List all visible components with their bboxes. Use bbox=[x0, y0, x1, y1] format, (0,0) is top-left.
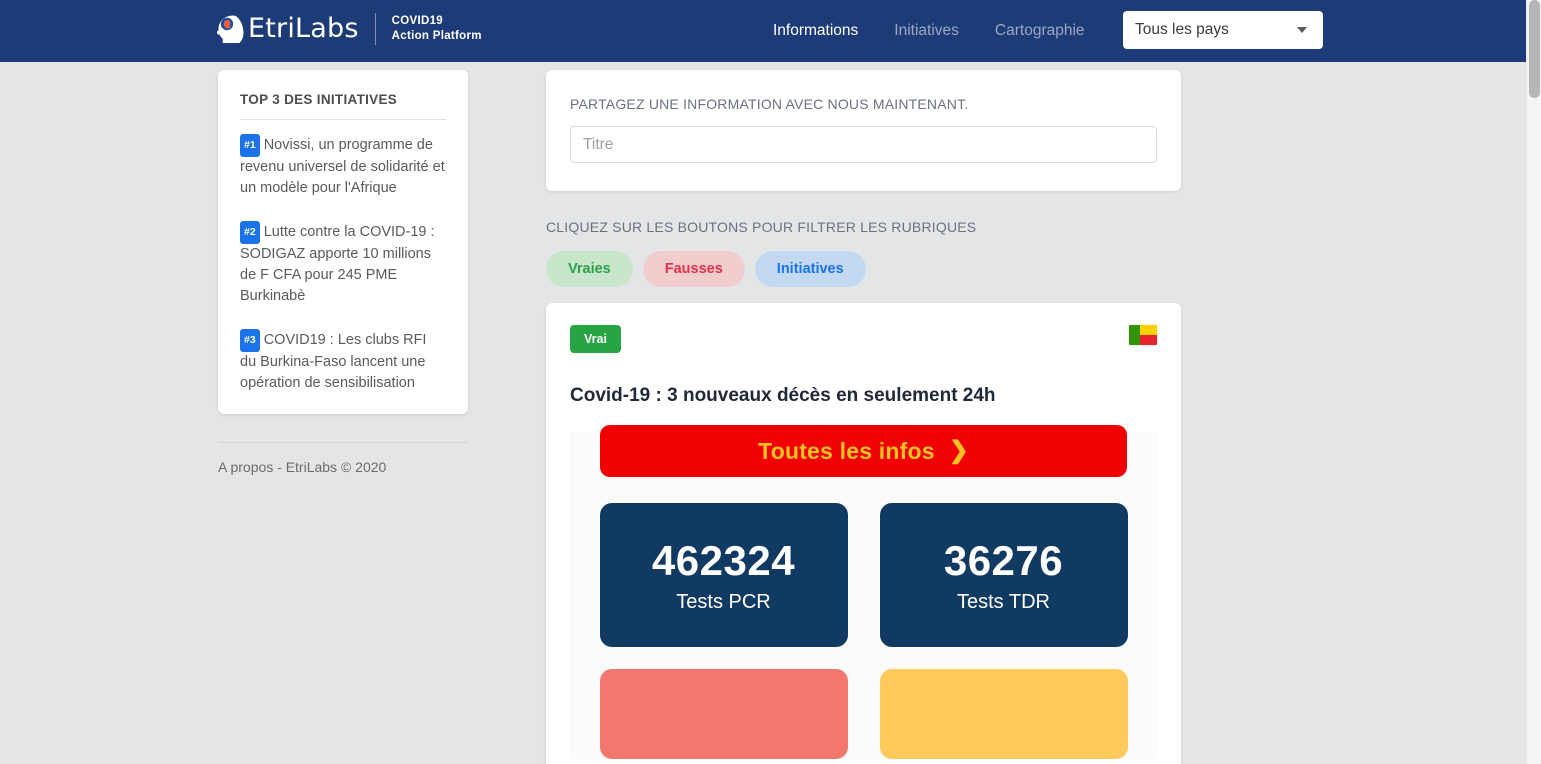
brand-divider bbox=[374, 13, 376, 45]
page-scrollbar-thumb[interactable] bbox=[1529, 0, 1540, 98]
sidebar-initiative-2[interactable]: #2 Lutte contre la COVID-19 : SODIGAZ app… bbox=[240, 221, 446, 307]
sidebar-footer: A propos - EtriLabs © 2020 bbox=[218, 428, 468, 477]
infographic-tile-tdr-value: 36276 bbox=[943, 536, 1064, 584]
top-navbar: EtriLabs COVID19 Action Platform Informa… bbox=[0, 0, 1526, 62]
infographic-banner: Toutes les infos ❯ bbox=[600, 425, 1127, 477]
infographic-tile-partial-salmon bbox=[599, 669, 848, 759]
infographic-tile-pcr: 462324 Tests PCR bbox=[599, 503, 848, 647]
share-info-label: PARTAGEZ UNE INFORMATION AVEC NOUS MAINT… bbox=[570, 96, 969, 112]
nav-link-informations[interactable]: Informations bbox=[755, 22, 876, 40]
infographic-tile-partial-yellow bbox=[879, 669, 1128, 759]
flag-green-band bbox=[1129, 325, 1141, 345]
main-column: PARTAGEZ UNE INFORMATION AVEC NOUS MAINT… bbox=[546, 70, 1181, 764]
flag-right-bands bbox=[1140, 325, 1157, 345]
filter-button-fausses[interactable]: Fausses bbox=[642, 251, 745, 287]
share-title-input[interactable] bbox=[570, 126, 1157, 163]
country-select[interactable]: Tous les pays bbox=[1123, 11, 1323, 49]
share-info-card: PARTAGEZ UNE INFORMATION AVEC NOUS MAINT… bbox=[546, 70, 1181, 191]
chevron-right-icon: ❯ bbox=[948, 437, 969, 464]
filter-button-vraies[interactable]: Vraies bbox=[546, 251, 633, 287]
rank-badge-2: #2 bbox=[240, 221, 260, 244]
nav-link-cartographie[interactable]: Cartographie bbox=[977, 22, 1103, 40]
nav-link-initiatives[interactable]: Initiatives bbox=[876, 22, 977, 40]
brand-name: EtriLabs bbox=[248, 13, 359, 44]
infographic-tile-pcr-value: 462324 bbox=[651, 536, 796, 584]
infographic-partial-tiles bbox=[599, 669, 1128, 759]
footer-divider bbox=[218, 442, 468, 443]
status-badge-vrai[interactable]: Vrai bbox=[570, 325, 621, 353]
rank-badge-1: #1 bbox=[240, 134, 260, 157]
sidebar-initiative-1[interactable]: #1 Novissi, un programme de revenu univer… bbox=[240, 134, 446, 199]
chevron-down-icon bbox=[1297, 27, 1307, 33]
article-title[interactable]: Covid-19 : 3 nouveaux décès en seulement… bbox=[570, 383, 1157, 409]
initiative-text-3: COVID19 : Les clubs RFI du Burkina-Faso … bbox=[240, 332, 427, 391]
infographic-banner-text: Toutes les infos bbox=[758, 437, 935, 464]
article-header: Vrai bbox=[570, 325, 1157, 353]
country-select-value: Tous les pays bbox=[1135, 21, 1229, 38]
initiative-text-1: Novissi, un programme de revenu universe… bbox=[240, 137, 445, 196]
nav-links: Informations Initiatives Cartographie bbox=[755, 0, 1103, 62]
brand-subtitle-line1: COVID19 bbox=[391, 15, 443, 27]
filter-instruction-label: CLIQUEZ SUR LES BOUTONS POUR FILTRER LES… bbox=[546, 219, 977, 235]
footer-about-link[interactable]: A propos - EtriLabs © 2020 bbox=[218, 459, 386, 475]
sidebar-title: TOP 3 DES INITIATIVES bbox=[240, 92, 398, 107]
sidebar-initiative-3[interactable]: #3 COVID19 : Les clubs RFI du Burkina-Fas… bbox=[240, 329, 446, 394]
filter-button-initiatives[interactable]: Initiatives bbox=[754, 251, 866, 287]
filter-buttons-row: Vraies Fausses Initiatives bbox=[546, 251, 1181, 287]
page-scrollbar[interactable] bbox=[1526, 0, 1541, 764]
brand-logo[interactable]: EtriLabs COVID19 Action Platform bbox=[214, 13, 482, 45]
initiative-text-2: Lutte contre la COVID-19 : SODIGAZ appor… bbox=[240, 224, 435, 304]
article-card: Vrai Covid-19 : 3 nouveaux décès en seul… bbox=[546, 303, 1181, 764]
brand-subtitle-line2: Action Platform bbox=[391, 30, 482, 42]
infographic-tile-pcr-label: Tests PCR bbox=[676, 590, 771, 613]
infographic-tile-tdr: 36276 Tests TDR bbox=[879, 503, 1128, 647]
etrilabs-head-icon bbox=[216, 15, 244, 43]
infographic-stat-tiles: 462324 Tests PCR 36276 Tests TDR bbox=[599, 503, 1128, 647]
rank-badge-3: #3 bbox=[240, 329, 260, 352]
sidebar-divider bbox=[240, 119, 446, 120]
sidebar: TOP 3 DES INITIATIVES #1 Novissi, un prog… bbox=[218, 70, 468, 477]
flag-yellow-band bbox=[1140, 325, 1157, 335]
brand-subtitle: COVID19 Action Platform bbox=[392, 14, 482, 44]
flag-red-band bbox=[1140, 335, 1157, 345]
page-root: EtriLabs COVID19 Action Platform Informa… bbox=[0, 0, 1541, 764]
top-initiatives-card: TOP 3 DES INITIATIVES #1 Novissi, un prog… bbox=[218, 70, 468, 414]
benin-flag-icon bbox=[1129, 325, 1157, 345]
infographic-tile-tdr-label: Tests TDR bbox=[957, 590, 1050, 613]
article-infographic-image[interactable]: Toutes les infos ❯ 462324 Tests PCR 3627… bbox=[570, 425, 1157, 759]
